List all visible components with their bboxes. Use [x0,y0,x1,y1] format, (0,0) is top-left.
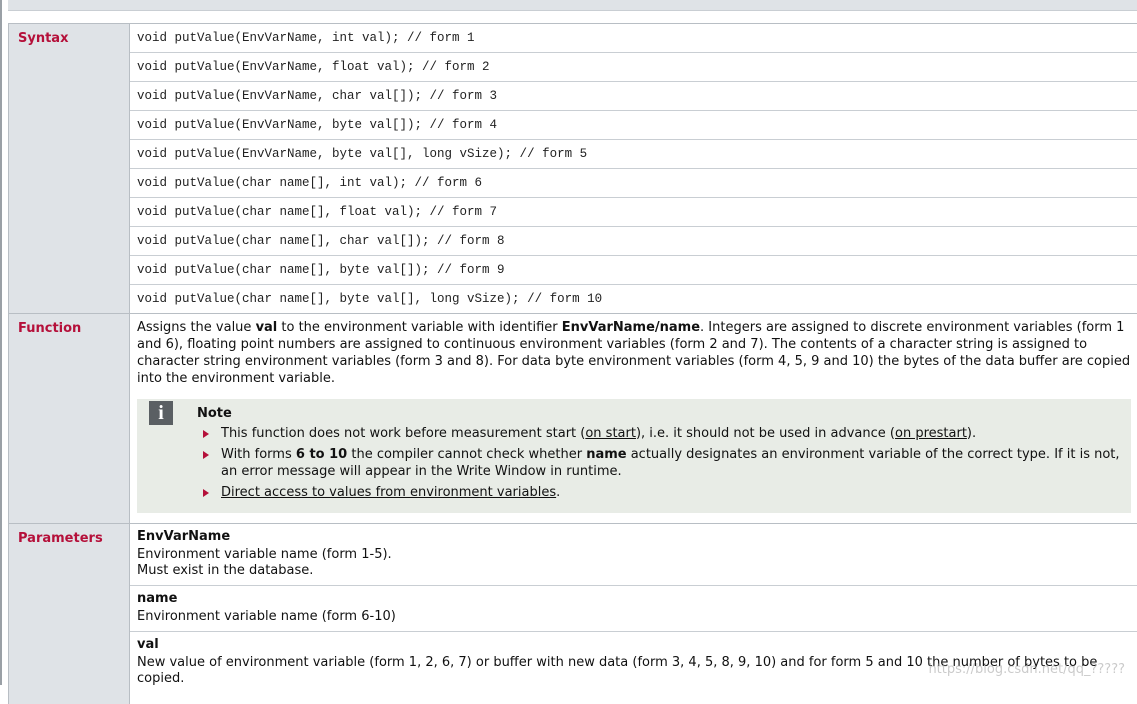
syntax-line: void putValue(EnvVarName, char val[]); /… [130,82,1137,111]
direct-access-link[interactable]: Direct access to values from environment… [221,485,556,500]
syntax-row: Syntax void putValue(EnvVarName, int val… [8,24,1137,314]
keyword-envvarname: EnvVarName/name [561,320,701,335]
parameter-desc: Environment variable name (form 6-10) [137,609,396,624]
syntax-line: void putValue(char name[], char val[]); … [130,227,1137,256]
parameter-desc: Must exist in the database. [137,563,314,578]
note-item: Direct access to values from environment… [203,484,1121,501]
window-left-edge [0,0,2,685]
bullet-triangle-icon [203,451,209,459]
function-description: Assigns the value val to the environment… [130,314,1137,523]
note-list: This function does not work before measu… [203,407,1121,501]
parameters-label: Parameters [8,524,130,704]
syntax-line: void putValue(EnvVarName, byte val[]); /… [130,111,1137,140]
syntax-line: void putValue(EnvVarName, int val); // f… [130,24,1137,53]
parameter-item: name Environment variable name (form 6-1… [130,586,1137,632]
syntax-list: void putValue(EnvVarName, int val); // f… [130,24,1137,313]
parameter-item: EnvVarName Environment variable name (fo… [130,524,1137,586]
reference-table: Syntax void putValue(EnvVarName, int val… [8,23,1137,704]
parameter-name: val [137,637,159,652]
text: With forms [221,447,296,462]
parameter-name: EnvVarName [137,529,231,544]
parameters-row: Parameters EnvVarName Environment variab… [8,524,1137,704]
top-header-bar [8,0,1137,11]
on-prestart-link[interactable]: on prestart [895,426,967,441]
syntax-line: void putValue(char name[], int val); // … [130,169,1137,198]
parameters-list: EnvVarName Environment variable name (fo… [130,524,1137,704]
syntax-label: Syntax [8,24,130,313]
syntax-line: void putValue(char name[], byte val[], l… [137,292,603,306]
forms-range: 6 to 10 [295,447,348,462]
parameter-desc: Environment variable name (form 1-5). [137,547,392,562]
note-item: This function does not work before measu… [203,425,1121,442]
syntax-line: void putValue(EnvVarName, float val); //… [130,53,1137,82]
bullet-triangle-icon [203,430,209,438]
function-text: Assigns the value val to the environment… [137,319,1131,387]
text: ), i.e. it should not be used in advance… [635,426,895,441]
note-box: i Note This function does not work befor… [137,399,1131,513]
function-row: Function Assigns the value val to the en… [8,314,1137,524]
parameter-name: name [137,591,178,606]
on-start-link[interactable]: on start [585,426,636,441]
watermark-text: https://blog.csdn.net/qq_????? [928,662,1125,677]
text: Assigns the value [137,320,256,335]
syntax-line: void putValue(EnvVarName, byte val[], lo… [130,140,1137,169]
syntax-line: void putValue(char name[], float val); /… [130,198,1137,227]
text: ). [966,426,977,441]
bullet-triangle-icon [203,489,209,497]
text: the compiler cannot check whether [347,447,587,462]
keyword-val: val [255,320,278,335]
text: This function does not work before measu… [221,426,586,441]
info-icon: i [149,401,173,425]
note-item: With forms 6 to 10 the compiler cannot c… [203,446,1121,480]
syntax-line: void putValue(char name[], byte val[]); … [130,256,1137,285]
function-label: Function [8,314,130,523]
note-title: Note [197,406,232,421]
keyword-name: name [586,447,627,462]
text: . [556,485,561,500]
text: to the environment variable with identif… [277,320,562,335]
